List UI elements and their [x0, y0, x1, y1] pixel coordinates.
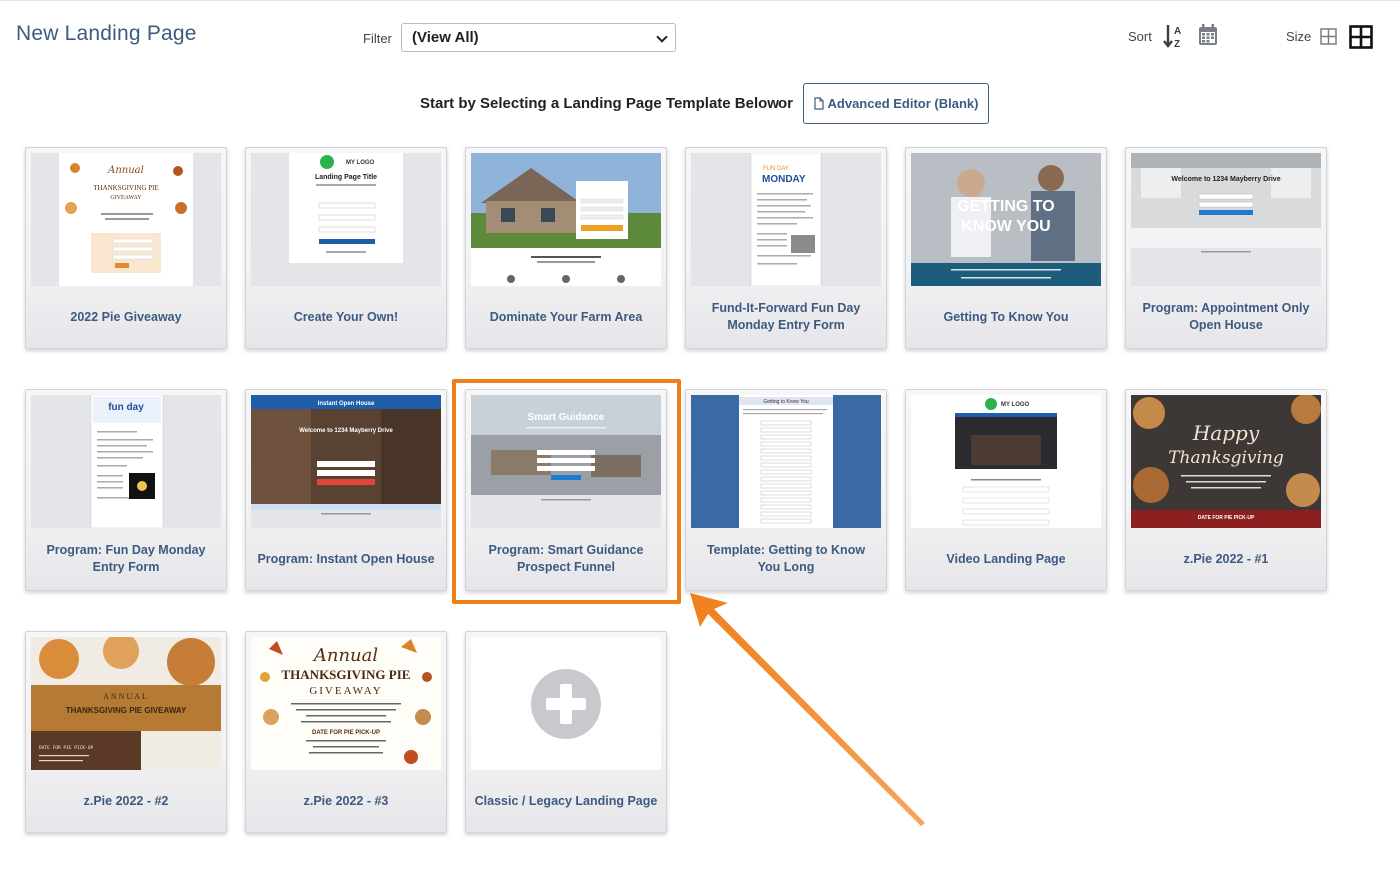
instruction-text: Start by Selecting a Landing Page Templa…: [420, 95, 779, 112]
template-card[interactable]: MY LOGO Video Landing Page: [905, 389, 1107, 591]
svg-text:GETTING TO: GETTING TO: [957, 198, 1054, 215]
template-label: z.Pie 2022 - #3: [303, 793, 389, 808]
svg-text:GIVEAWAY: GIVEAWAY: [309, 685, 382, 697]
header-bar: New Landing Page Filter (View All) Sort …: [0, 0, 1400, 70]
sort-alpha-icon[interactable]: A Z: [1163, 23, 1187, 49]
template-label: Video Landing Page: [946, 551, 1066, 566]
template-label: Create Your Own!: [293, 309, 399, 324]
svg-text:MONDAY: MONDAY: [762, 174, 806, 185]
selection-highlight: [452, 379, 681, 604]
template-thumbnail: Annual THANKSGIVING PIE GIVEAWAY: [31, 153, 221, 286]
template-card[interactable]: Dominate Your Farm Area: [465, 147, 667, 349]
template-label: Template: Getting to Know You Long: [706, 543, 866, 574]
template-thumbnail: GETTING TO KNOW YOU: [911, 153, 1101, 286]
svg-text:Z: Z: [1174, 39, 1180, 49]
template-label: Dominate Your Farm Area: [489, 309, 643, 324]
filter-selected-value: (View All): [412, 29, 479, 46]
svg-text:MY LOGO: MY LOGO: [1001, 402, 1030, 408]
template-thumbnail: MY LOGO: [911, 395, 1101, 528]
template-thumbnail: fun day: [31, 395, 221, 528]
template-card[interactable]: FUN DAY MONDAY Fund-It-Forward Fun Day M…: [685, 147, 887, 349]
svg-text:Getting to Know You: Getting to Know You: [763, 399, 809, 405]
template-thumbnail: Annual THANKSGIVING PIE GIVEAWAY DATE FO…: [251, 637, 441, 770]
svg-text:MY LOGO: MY LOGO: [346, 160, 375, 166]
advanced-editor-button[interactable]: Advanced Editor (Blank): [803, 83, 989, 124]
advanced-editor-label: Advanced Editor (Blank): [827, 96, 979, 111]
template-card[interactable]: Instant Open House Welcome to 1234 Maybe…: [245, 389, 447, 591]
template-label: Program: Appointment Only Open House: [1142, 301, 1310, 332]
sort-label: Sort: [1128, 29, 1152, 44]
template-card[interactable]: Happy Thanksgiving DATE FOR PIE PICK-UP …: [1125, 389, 1327, 591]
page-title: New Landing Page: [16, 22, 197, 45]
calendar-icon[interactable]: [1198, 24, 1218, 46]
svg-text:fun day: fun day: [108, 402, 144, 413]
svg-text:Annual: Annual: [312, 645, 379, 666]
svg-text:KNOW YOU: KNOW YOU: [961, 218, 1050, 235]
template-card[interactable]: MY LOGO Landing Page Title Create Your O…: [245, 147, 447, 349]
template-label: Program: Instant Open House: [257, 551, 435, 566]
template-label: 2022 Pie Giveaway: [70, 309, 182, 324]
template-card[interactable]: ANNUAL THANKSGIVING PIE GIVEAWAY DATE FO…: [25, 631, 227, 833]
svg-text:ANNUAL: ANNUAL: [103, 692, 149, 701]
template-thumbnail: [471, 637, 661, 770]
svg-text:Welcome to 1234 Mayberry Drive: Welcome to 1234 Mayberry Drive: [299, 428, 393, 434]
filter-dropdown[interactable]: (View All): [401, 23, 676, 52]
grid-small-icon[interactable]: [1320, 28, 1337, 45]
template-thumbnail: Happy Thanksgiving DATE FOR PIE PICK-UP: [1131, 395, 1321, 528]
svg-text:Instant Open House: Instant Open House: [318, 401, 375, 407]
svg-text:THANKSGIVING PIE GIVEAWAY: THANKSGIVING PIE GIVEAWAY: [66, 706, 187, 715]
template-card[interactable]: fun day Program: Fun Day Monday Entry Fo…: [25, 389, 227, 591]
or-text: or: [778, 95, 793, 112]
template-card-classic[interactable]: Classic / Legacy Landing Page: [465, 631, 667, 833]
template-thumbnail: ANNUAL THANKSGIVING PIE GIVEAWAY DATE FO…: [31, 637, 221, 770]
svg-text:A: A: [1174, 26, 1181, 37]
svg-text:Welcome to 1234 Mayberry Drive: Welcome to 1234 Mayberry Drive: [1171, 176, 1280, 183]
template-card[interactable]: Annual THANKSGIVING PIE GIVEAWAY DATE FO…: [245, 631, 447, 833]
grid-large-icon[interactable]: [1349, 25, 1373, 49]
svg-text:THANKSGIVING PIE: THANKSGIVING PIE: [282, 667, 411, 682]
template-label: Program: Fun Day Monday Entry Form: [46, 543, 206, 574]
template-thumbnail: FUN DAY MONDAY: [691, 153, 881, 286]
size-label: Size: [1286, 29, 1312, 44]
template-label: Classic / Legacy Landing Page: [474, 793, 658, 808]
template-thumbnail: Instant Open House Welcome to 1234 Maybe…: [251, 395, 441, 528]
svg-text:GIVEAWAY: GIVEAWAY: [110, 195, 142, 201]
template-label: z.Pie 2022 - #2: [83, 793, 169, 808]
svg-text:Happy: Happy: [1192, 421, 1260, 445]
pie-annual-text: Annual: [107, 165, 144, 176]
plus-circle-icon: [531, 669, 601, 739]
template-card[interactable]: GETTING TO KNOW YOU Getting To Know You: [905, 147, 1107, 349]
template-label: z.Pie 2022 - #1: [1183, 551, 1269, 566]
annotation-arrow: [690, 593, 925, 826]
chevron-down-icon: [656, 31, 668, 43]
document-icon: [813, 97, 824, 110]
svg-text:DATE FOR PIE PICK-UP: DATE FOR PIE PICK-UP: [1198, 515, 1255, 521]
template-thumbnail: Getting to Know You: [691, 395, 881, 528]
template-card[interactable]: Annual THANKSGIVING PIE GIVEAWAY 2022 Pi…: [25, 147, 227, 349]
template-label: Fund-It-Forward Fun Day Monday Entry For…: [711, 301, 861, 332]
template-thumbnail: [471, 153, 661, 286]
template-card[interactable]: Welcome to 1234 Mayberry Drive Program: …: [1125, 147, 1327, 349]
svg-text:DATE FOR PIE PICK-UP: DATE FOR PIE PICK-UP: [39, 745, 93, 751]
template-label: Getting To Know You: [943, 309, 1069, 324]
svg-text:Thanksgiving: Thanksgiving: [1168, 448, 1284, 468]
template-card[interactable]: Getting to Know You Template: Getting to…: [685, 389, 887, 591]
filter-label: Filter: [363, 31, 392, 46]
template-thumbnail: MY LOGO Landing Page Title: [251, 153, 441, 286]
svg-text:FUN DAY: FUN DAY: [763, 166, 789, 172]
svg-text:DATE FOR PIE PICK-UP: DATE FOR PIE PICK-UP: [312, 730, 380, 736]
template-thumbnail: Welcome to 1234 Mayberry Drive: [1131, 153, 1321, 286]
svg-text:THANKSGIVING PIE: THANKSGIVING PIE: [93, 184, 159, 192]
svg-text:Landing Page Title: Landing Page Title: [315, 174, 377, 181]
